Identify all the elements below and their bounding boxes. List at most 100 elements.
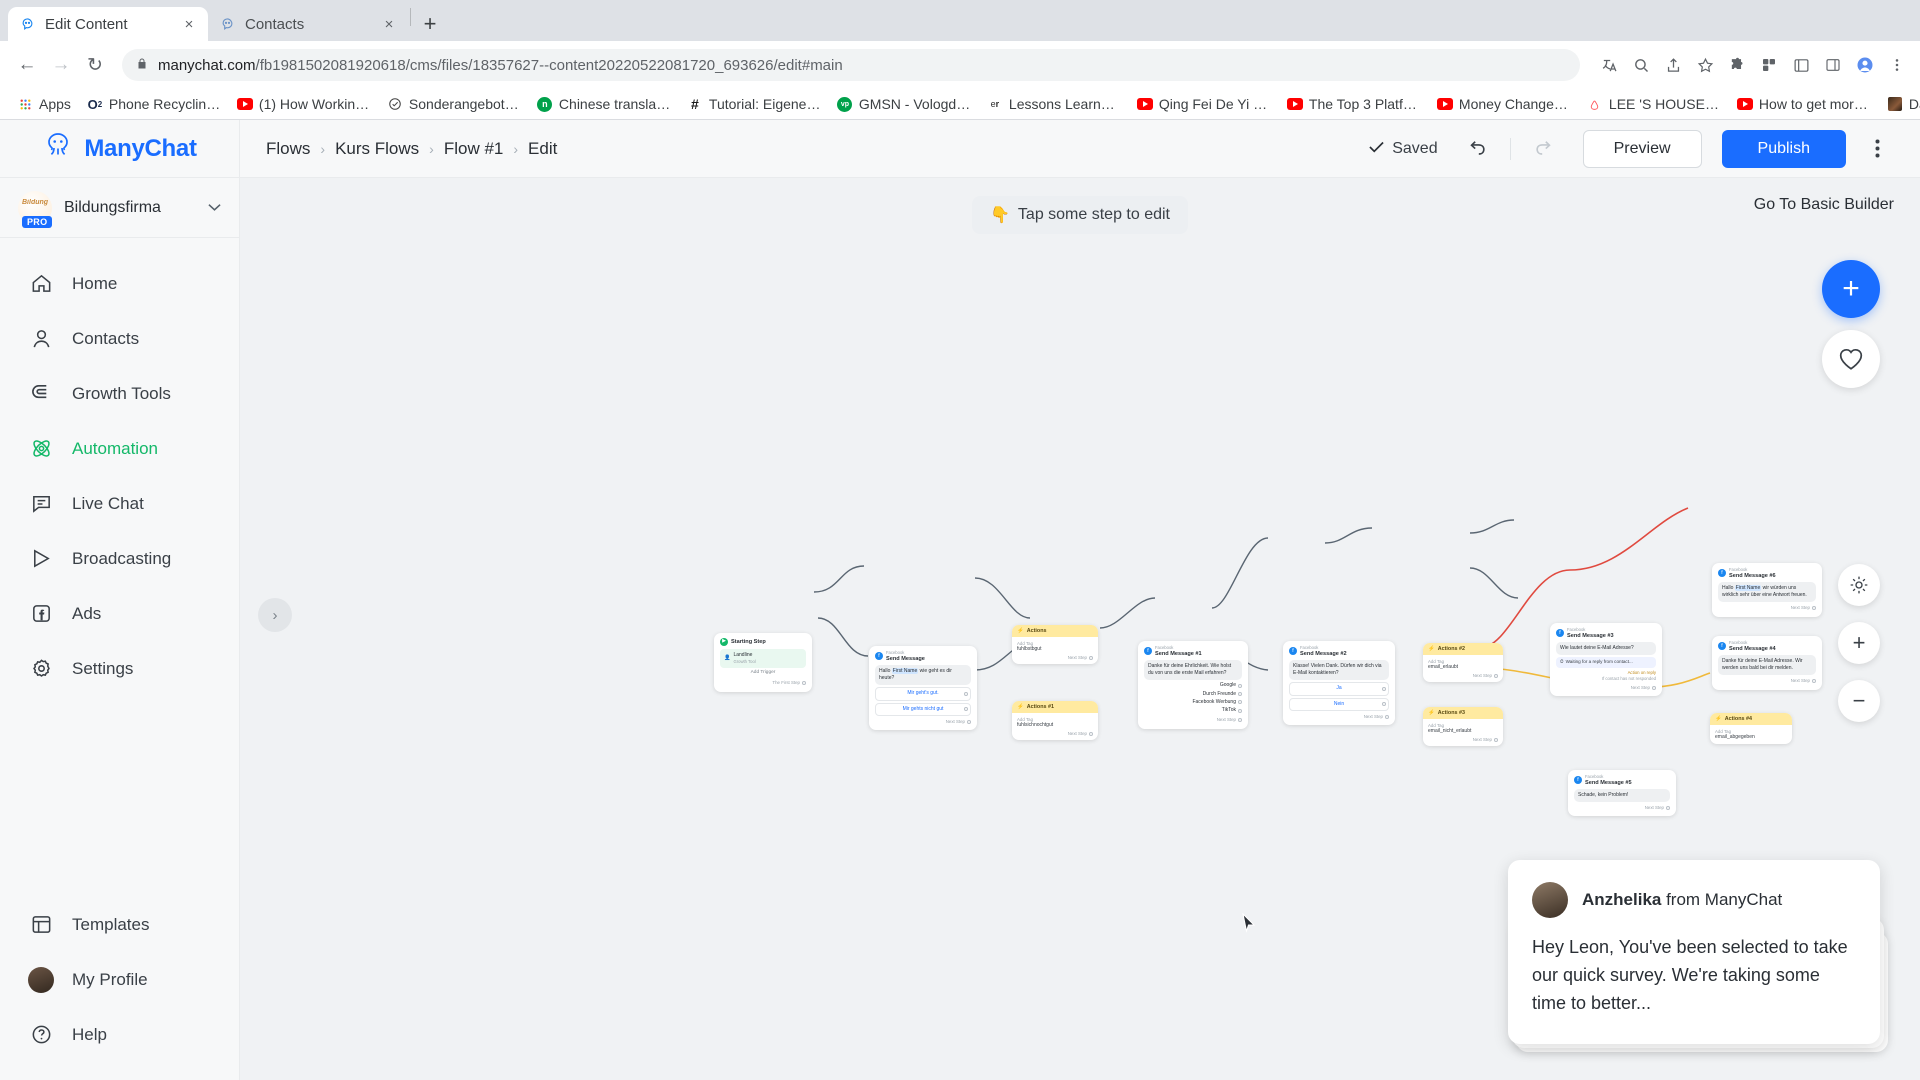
start-icon: ▶	[720, 638, 728, 646]
gear-icon	[28, 656, 54, 682]
flow-node-actions-2[interactable]: ⚡ Actions #2 Add Tag email_erlaubt Next S…	[1423, 643, 1503, 682]
sidebar-item-my-profile[interactable]: My Profile	[0, 952, 239, 1007]
chevron-down-icon[interactable]	[208, 200, 221, 215]
publish-button[interactable]: Publish	[1721, 129, 1846, 168]
forward-icon[interactable]: →	[46, 50, 76, 80]
quick-reply-1[interactable]: Durch Freunde	[1144, 691, 1242, 698]
message-bubble: Danke für deine E-Mail Adresse. Wir werd…	[1718, 654, 1816, 676]
close-icon[interactable]: ×	[381, 16, 397, 33]
action-value: fuhlbstbgut	[1017, 646, 1042, 652]
quick-reply-2[interactable]: Facebook Werbung	[1144, 699, 1242, 706]
bookmark-datenschutz[interactable]: Datenschutz – Re...	[1879, 92, 1920, 116]
reload-icon[interactable]: ↻	[80, 50, 110, 80]
reply-button-1[interactable]: Mir gehts nicht gut	[875, 702, 971, 716]
message-bubble: Danke für deine Ehrlichkeit. Wie holst d…	[1144, 659, 1242, 681]
sidebar-item-ads[interactable]: Ads	[0, 586, 239, 641]
node-header: f Facebook Send Message #4	[1718, 640, 1816, 652]
share-icon[interactable]	[1662, 54, 1684, 76]
flow-canvas[interactable]: 👇 Tap some step to edit Go To Basic Buil…	[240, 178, 1920, 1080]
flow-node-actions-1[interactable]: ⚡ Actions #1 Add Tag fuhlsichnochtgut Nex…	[1012, 701, 1098, 740]
node-title: Actions	[1026, 628, 1047, 634]
bookmark-money-changes[interactable]: Money Changes E...	[1429, 92, 1579, 116]
node-footer-label: Next Step	[1630, 685, 1650, 691]
sidebar-nav: Home Contacts Growth Tools Automation Li…	[0, 238, 239, 897]
profile-avatar-icon[interactable]	[1854, 54, 1876, 76]
kebab-menu-icon[interactable]	[1860, 130, 1894, 168]
reply-button-0[interactable]: Mir geht's gut.	[875, 687, 971, 701]
chat-widget[interactable]: Anzhelika from ManyChat Hey Leon, You've…	[1508, 860, 1888, 1052]
bookmark-gmsn-vologda[interactable]: vp GMSN - Vologda,...	[829, 92, 979, 116]
breadcrumb-flow-1[interactable]: Flow #1	[444, 139, 504, 159]
reply-button-ja[interactable]: Ja	[1289, 682, 1389, 696]
bookmark-phone-recycling[interactable]: O2 Phone Recycling,...	[79, 92, 229, 116]
breadcrumb-kurs-flows[interactable]: Kurs Flows	[335, 139, 419, 159]
message-prefix: Hallo	[1722, 584, 1734, 591]
reply-button-nein[interactable]: Nein	[1289, 697, 1389, 711]
flow-node-send-message-1[interactable]: f Facebook Send Message #1 Danke für dei…	[1138, 641, 1248, 729]
sidebar-icon[interactable]	[1822, 54, 1844, 76]
bookmark-how-to-get-more-views[interactable]: How to get more v...	[1729, 92, 1879, 116]
sidebar-item-broadcasting[interactable]: Broadcasting	[0, 531, 239, 586]
flow-node-starting-step[interactable]: ▶ Starting Step 👤 Landline Growth Tool A…	[714, 633, 812, 692]
check-icon	[1369, 140, 1384, 158]
flow-node-send-message-0[interactable]: f Facebook Send Message Hallo First Name…	[869, 646, 977, 731]
bookmark-sonderangebot[interactable]: Sonderangebot! |...	[379, 92, 529, 116]
breadcrumb-flows[interactable]: Flows	[266, 139, 310, 159]
bookmark-chinese-translation[interactable]: n Chinese translatio...	[529, 92, 679, 116]
bookmark-qing-fei-de-yi[interactable]: Qing Fei De Yi - Y...	[1129, 92, 1279, 116]
back-icon[interactable]: ←	[12, 50, 42, 80]
node-header: ⚡ Actions #3	[1423, 707, 1503, 719]
account-name: Bildungsfirma	[64, 198, 161, 216]
quick-reply-3[interactable]: TikTok	[1144, 707, 1242, 714]
sidebar-item-live-chat[interactable]: Live Chat	[0, 476, 239, 531]
extension-icon[interactable]	[1758, 54, 1780, 76]
sidebar-item-help[interactable]: Help	[0, 1007, 239, 1062]
redo-icon[interactable]	[1527, 132, 1561, 166]
node-footer-label: Next Step	[1067, 655, 1087, 660]
translate-icon[interactable]	[1598, 54, 1620, 76]
search-icon[interactable]	[1630, 54, 1652, 76]
chat-widget-card[interactable]: Anzhelika from ManyChat Hey Leon, You've…	[1508, 860, 1880, 1044]
browser-tab-contacts[interactable]: Contacts ×	[208, 7, 408, 41]
flow-node-send-message-6[interactable]: f Facebook Send Message #6 Hallo First N…	[1712, 563, 1822, 617]
bookmark-tutorial-eigene[interactable]: # Tutorial: Eigene Fa...	[679, 92, 829, 116]
quick-reply-0[interactable]: Google	[1144, 682, 1242, 689]
sidebar-item-contacts[interactable]: Contacts	[0, 311, 239, 366]
message-bubble: Hallo First Name wir würden uns wirklich…	[1718, 581, 1816, 603]
flow-node-actions-top[interactable]: ⚡ Actions Add Tag fuhlbstbgut Next Step	[1012, 625, 1098, 664]
sidebar-bottom-nav: Templates My Profile Help	[0, 897, 239, 1080]
flow-node-send-message-5[interactable]: f Facebook Send Message #5 Schade, kein …	[1568, 770, 1676, 817]
sidebar-item-settings[interactable]: Settings	[0, 641, 239, 696]
bookmark-star-icon[interactable]	[1694, 54, 1716, 76]
browser-tab-edit-content[interactable]: Edit Content ×	[8, 7, 208, 41]
node-title: Starting Step	[731, 638, 766, 645]
new-tab-button[interactable]: +	[413, 7, 447, 41]
extension-puzzle-icon[interactable]	[1726, 54, 1748, 76]
address-bar[interactable]: manychat.com/fb1981502081920618/cms/file…	[122, 49, 1580, 81]
reading-list-icon[interactable]	[1790, 54, 1812, 76]
brand-header[interactable]: ManyChat	[0, 120, 239, 178]
bookmark-top-3-platforms[interactable]: The Top 3 Platfor...	[1279, 92, 1429, 116]
flow-node-actions-4[interactable]: ⚡ Actions #4 Add Tag email_abgegeben	[1710, 713, 1792, 744]
bookmark-how-working[interactable]: (1) How Working a...	[229, 92, 379, 116]
account-switcher[interactable]: Bildungsfirma PRO Bildungsfirma	[0, 178, 239, 238]
person-icon: 👤	[724, 654, 731, 661]
flow-node-send-message-4[interactable]: f Facebook Send Message #4 Danke für dei…	[1712, 636, 1822, 690]
sidebar-item-home[interactable]: Home	[0, 256, 239, 311]
undo-icon[interactable]	[1460, 132, 1494, 166]
bookmark-lessons-learned[interactable]: er Lessons Learned f...	[979, 92, 1129, 116]
sidebar-item-automation[interactable]: Automation	[0, 421, 239, 476]
flow-node-actions-3[interactable]: ⚡ Actions #3 Add Tag email_nicht_erlaubt …	[1423, 707, 1503, 746]
flow-node-send-message-3[interactable]: f Facebook Send Message #3 Wie lautet de…	[1550, 623, 1662, 697]
bookmark-lees-house[interactable]: LEE 'S HOUSE—...	[1579, 92, 1729, 116]
sidebar-item-growth-tools[interactable]: Growth Tools	[0, 366, 239, 421]
preview-button[interactable]: Preview	[1582, 129, 1702, 168]
clock-icon: ⏱	[1560, 659, 1564, 664]
chrome-menu-icon[interactable]	[1886, 54, 1908, 76]
flow-node-send-message-2[interactable]: f Facebook Send Message #2 Klasse! Viele…	[1283, 641, 1395, 726]
bookmark-apps[interactable]: Apps	[9, 92, 79, 116]
browser-toolbar: ← → ↻ manychat.com/fb1981502081920618/cm…	[0, 41, 1920, 89]
close-icon[interactable]: ×	[181, 16, 197, 33]
add-trigger-button[interactable]: Add Trigger	[720, 670, 806, 677]
sidebar-item-templates[interactable]: Templates	[0, 897, 239, 952]
